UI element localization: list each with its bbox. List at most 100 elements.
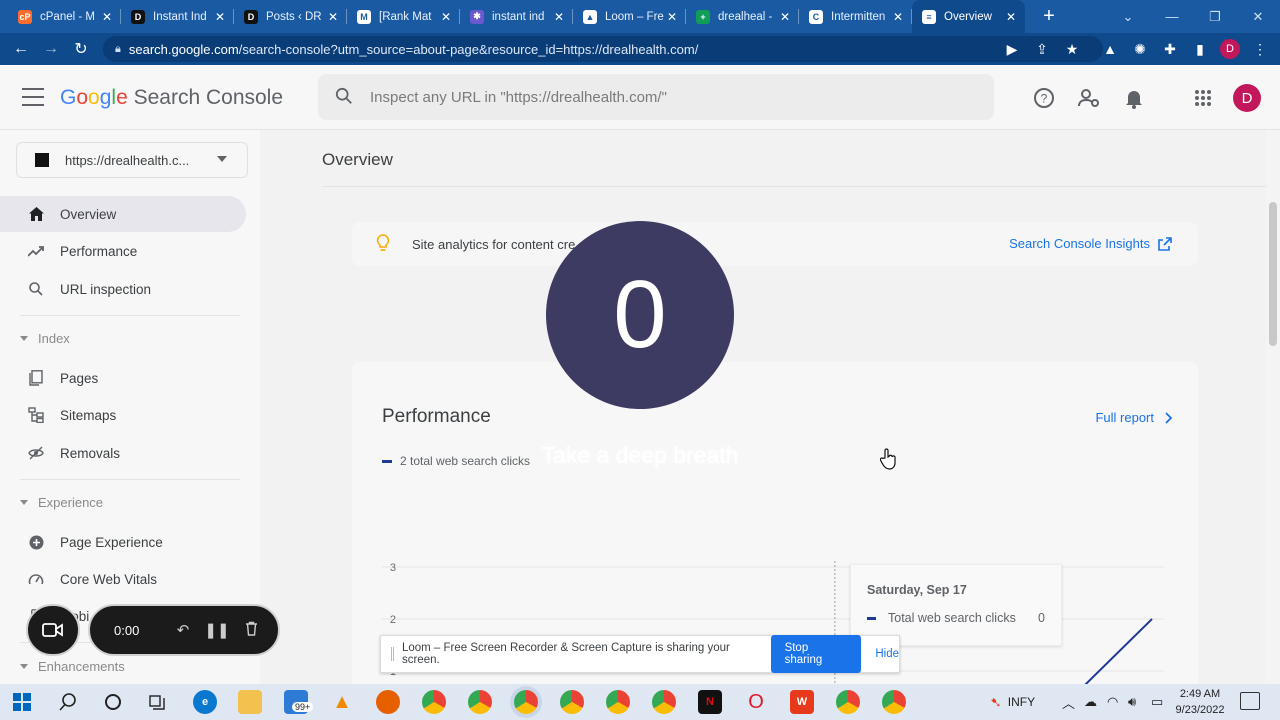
stock-ticker[interactable]: ➷ INFY — [990, 684, 1035, 720]
collapse-caret-icon — [20, 663, 28, 669]
pause-icon[interactable]: ❚❚ — [202, 621, 232, 639]
system-clock[interactable]: 2:49 AM 9/23/2022 — [1172, 686, 1228, 718]
sidebar-item-performance[interactable]: Performance — [0, 233, 246, 269]
url-inspect-search[interactable]: Inspect any URL in "https://drealhealth.… — [318, 74, 994, 120]
chrome-icon[interactable] — [652, 690, 676, 714]
collapse-caret-icon — [20, 335, 28, 341]
mail-icon[interactable]: 99+ — [284, 690, 314, 714]
sidebar-item-pages[interactable]: Pages — [0, 360, 246, 396]
minimize-button[interactable]: — — [1150, 0, 1194, 33]
hide-button[interactable]: Hide — [875, 648, 899, 660]
browser-tab[interactable]: D Posts ‹ DR ✕ — [234, 0, 347, 33]
notification-center-icon[interactable] — [1240, 692, 1260, 710]
tab-close-icon[interactable]: ✕ — [1003, 10, 1019, 24]
task-view-icon[interactable] — [145, 690, 169, 714]
sidebar-item-removals[interactable]: Removals — [0, 435, 246, 471]
tab-favicon-icon: C — [809, 9, 823, 24]
y-tick-label: 2 — [390, 614, 396, 626]
apps-grid-icon[interactable] — [1191, 86, 1215, 110]
camera-icon[interactable]: ▶ — [1002, 39, 1022, 59]
chrome-icon[interactable] — [606, 690, 630, 714]
insights-text: Site analytics for content cre — [412, 236, 576, 252]
search-console-logo[interactable]: Google Search Console — [60, 86, 283, 110]
sidebar-item-url-inspection[interactable]: URL inspection — [0, 271, 246, 307]
undo-icon[interactable]: ↶ — [168, 621, 198, 639]
battery-icon[interactable]: ▭ — [1151, 684, 1163, 720]
account-avatar[interactable]: D — [1233, 84, 1261, 112]
help-icon[interactable]: ? — [1032, 86, 1056, 110]
volume-icon[interactable]: 🔊︎ — [1128, 684, 1136, 720]
stop-sharing-button[interactable]: Stop sharing — [770, 635, 862, 673]
trash-icon[interactable] — [236, 621, 266, 640]
tooltip-swatch — [867, 617, 876, 620]
bookmark-star-icon[interactable]: ★ — [1062, 39, 1082, 59]
browser-tab[interactable]: C Intermitten ✕ — [799, 0, 912, 33]
chrome-active-icon[interactable] — [514, 690, 538, 714]
sidebar-section-experience[interactable]: Experience — [0, 487, 240, 517]
tab-close-icon[interactable]: ✕ — [890, 10, 906, 24]
wifi-icon[interactable]: ◠ — [1107, 684, 1118, 720]
browser-menu-icon[interactable]: ⋮ — [1250, 39, 1270, 59]
url-bar[interactable]: 🔒︎ search.google.com /search-console?utm… — [103, 36, 1103, 62]
sidebar-item-core-web-vitals[interactable]: Core Web Vitals — [0, 561, 246, 597]
onedrive-icon[interactable]: ☁ — [1084, 684, 1097, 720]
browser-tab[interactable]: ▲ Loom – Fre ✕ — [573, 0, 686, 33]
tab-close-icon[interactable]: ✕ — [551, 10, 567, 24]
sidebar-item-sitemaps[interactable]: Sitemaps — [0, 397, 246, 433]
sidepanel-icon[interactable]: ▮ — [1190, 39, 1210, 59]
tab-close-icon[interactable]: ✕ — [777, 10, 793, 24]
sidebar-item-page-experience[interactable]: Page Experience — [0, 524, 246, 560]
tab-close-icon[interactable]: ✕ — [212, 10, 228, 24]
wps-office-icon[interactable]: W — [790, 690, 814, 714]
search-console-insights-link[interactable]: Search Console Insights — [1009, 236, 1172, 251]
page-scrollbar[interactable] — [1266, 130, 1280, 684]
edge-icon[interactable]: e — [193, 690, 217, 714]
netflix-icon[interactable]: N — [698, 690, 722, 714]
search-icon[interactable] — [56, 690, 80, 714]
forward-icon[interactable]: → — [36, 34, 66, 64]
notifications-bell-icon[interactable] — [1122, 86, 1146, 110]
sidebar-section-index[interactable]: Index — [0, 323, 240, 353]
tab-close-icon[interactable]: ✕ — [99, 10, 115, 24]
new-tab-icon[interactable]: + — [1037, 5, 1061, 28]
browser-tab[interactable]: + drealheal - ✕ — [686, 0, 799, 33]
file-explorer-icon[interactable] — [238, 690, 262, 714]
chrome-icon[interactable] — [468, 690, 492, 714]
chrome-icon[interactable] — [422, 690, 446, 714]
vlc-icon[interactable]: ▲ — [330, 690, 354, 714]
reload-icon[interactable]: ↻ — [66, 34, 96, 64]
scrollbar-thumb[interactable] — [1269, 202, 1277, 346]
tab-close-icon[interactable]: ✕ — [325, 10, 341, 24]
home-icon — [28, 206, 44, 222]
loom-camera-button[interactable] — [26, 604, 80, 656]
tab-search-icon[interactable]: ⌄ — [1106, 0, 1150, 33]
hamburger-menu-icon[interactable] — [22, 88, 44, 106]
back-icon[interactable]: ← — [6, 34, 36, 64]
tab-close-icon[interactable]: ✕ — [438, 10, 454, 24]
extensions-puzzle-icon[interactable]: ✚ — [1160, 39, 1180, 59]
browser-tab[interactable]: ≡ Overview ✕ — [912, 0, 1025, 33]
close-window-button[interactable]: ✕ — [1236, 0, 1280, 33]
cortana-circle-icon[interactable] — [101, 690, 125, 714]
drag-handle[interactable] — [391, 647, 394, 661]
maximize-button[interactable]: ❐ — [1193, 0, 1237, 33]
sidebar-item-overview[interactable]: Overview — [0, 196, 246, 232]
chrome-icon[interactable] — [882, 690, 906, 714]
windows-start-icon[interactable] — [10, 690, 34, 714]
chrome-icon[interactable] — [560, 690, 584, 714]
profile-avatar[interactable]: D — [1220, 39, 1240, 59]
opera-icon[interactable]: O — [744, 690, 768, 714]
firefox-icon[interactable] — [376, 690, 400, 714]
manage-users-icon[interactable] — [1077, 86, 1101, 110]
property-selector[interactable]: https://drealhealth.c... — [16, 142, 248, 178]
browser-tab[interactable]: cP cPanel - M ✕ — [8, 0, 121, 33]
tray-chevron-icon[interactable]: ︿ — [1062, 684, 1075, 720]
tab-close-icon[interactable]: ✕ — [664, 10, 680, 24]
extension-triangle-icon[interactable]: ▲ — [1100, 39, 1120, 59]
browser-tab[interactable]: D Instant Ind ✕ — [121, 0, 234, 33]
chrome-icon[interactable] — [836, 690, 860, 714]
share-icon[interactable]: ⇪ — [1032, 39, 1052, 59]
extension-color-icon[interactable]: ✺ — [1130, 39, 1150, 59]
browser-tab[interactable]: M [Rank Mat ✕ — [347, 0, 460, 33]
browser-tab[interactable]: ✱ instant ind ✕ — [460, 0, 573, 33]
